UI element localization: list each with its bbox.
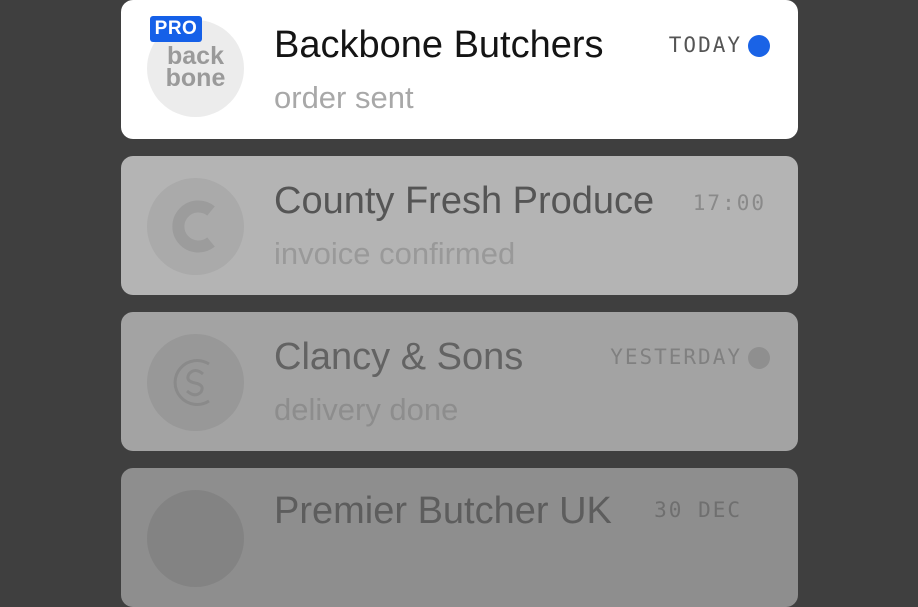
- c-logo-icon: [172, 200, 215, 253]
- conversation-timestamp: 17:00: [692, 191, 766, 215]
- conversation-item[interactable]: County Fresh Produce invoice confirmed 1…: [121, 156, 798, 295]
- cs-monogram-icon: [173, 359, 210, 406]
- avatar: [147, 334, 244, 431]
- conversation-name: County Fresh Produce: [274, 180, 655, 222]
- backbone-logo-icon: back bone: [165, 42, 226, 92]
- conversation-item[interactable]: back bone PRO Backbone Butchers order sen…: [121, 0, 798, 139]
- read-dot-icon: [748, 347, 770, 369]
- conversation-timestamp: 30 DEC: [654, 498, 742, 522]
- pro-badge: PRO: [150, 16, 202, 42]
- conversation-name: Clancy & Sons: [274, 336, 524, 378]
- conversation-timestamp: TODAY: [668, 33, 742, 57]
- conversation-item[interactable]: Premier Butcher UK 30 DEC: [121, 468, 798, 607]
- avatar: [147, 178, 244, 275]
- conversation-status: delivery done: [274, 392, 459, 427]
- conversation-item[interactable]: Clancy & Sons delivery done YESTERDAY: [121, 312, 798, 451]
- conversation-timestamp: YESTERDAY: [610, 345, 742, 369]
- unread-dot-icon: [748, 35, 770, 57]
- conversation-status: order sent: [274, 80, 414, 115]
- conversation-status: invoice confirmed: [274, 236, 516, 271]
- avatar: [147, 490, 244, 587]
- conversation-name: Backbone Butchers: [274, 24, 604, 66]
